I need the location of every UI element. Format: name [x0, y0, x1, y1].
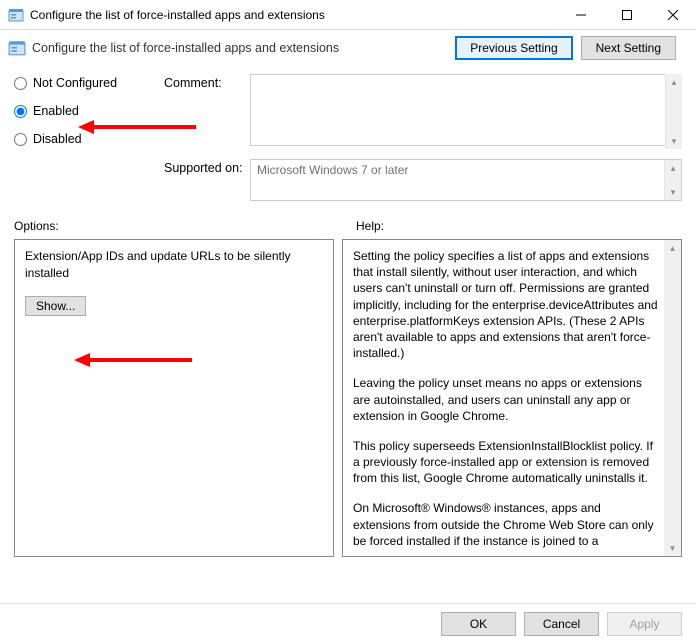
scroll-down-icon[interactable]: ▾ — [665, 184, 681, 200]
comment-input[interactable] — [250, 74, 682, 146]
policy-icon — [8, 7, 24, 23]
header-title: Configure the list of force-installed ap… — [32, 41, 455, 55]
close-button[interactable] — [650, 0, 696, 30]
radio-enabled-label: Enabled — [33, 104, 79, 118]
scrollbar[interactable]: ▴ ▾ — [664, 160, 681, 200]
radio-disabled-input[interactable] — [14, 133, 27, 146]
scrollbar[interactable]: ▴ ▾ — [665, 74, 682, 149]
ok-button[interactable]: OK — [441, 612, 516, 636]
radio-disabled-label: Disabled — [33, 132, 82, 146]
section-labels: Options: Help: — [0, 207, 696, 239]
title-bar: Configure the list of force-installed ap… — [0, 0, 696, 30]
previous-setting-button[interactable]: Previous Setting — [455, 36, 572, 60]
comment-label: Comment: — [164, 74, 250, 90]
radio-not-configured[interactable]: Not Configured — [14, 76, 164, 90]
help-paragraph: Leaving the policy unset means no apps o… — [353, 375, 659, 424]
radio-enabled-input[interactable] — [14, 105, 27, 118]
header: Configure the list of force-installed ap… — [0, 30, 696, 70]
supported-on-label: Supported on: — [164, 159, 250, 175]
scroll-up-icon[interactable]: ▴ — [664, 240, 681, 256]
scrollbar[interactable]: ▴ ▾ — [664, 240, 681, 556]
window-title: Configure the list of force-installed ap… — [30, 8, 558, 22]
options-description: Extension/App IDs and update URLs to be … — [25, 248, 323, 282]
options-label: Options: — [14, 219, 348, 233]
supported-on-value-box: Microsoft Windows 7 or later ▴ ▾ — [250, 159, 682, 201]
state-radio-group: Not Configured Enabled Disabled — [14, 74, 164, 146]
next-setting-button[interactable]: Next Setting — [581, 36, 676, 60]
scroll-down-icon[interactable]: ▾ — [664, 540, 681, 556]
minimize-button[interactable] — [558, 0, 604, 30]
radio-not-configured-label: Not Configured — [33, 76, 117, 90]
options-panel: Extension/App IDs and update URLs to be … — [14, 239, 334, 557]
apply-button[interactable]: Apply — [607, 612, 682, 636]
cancel-button[interactable]: Cancel — [524, 612, 599, 636]
config-area: Not Configured Enabled Disabled Comment:… — [0, 70, 696, 207]
help-panel: Setting the policy specifies a list of a… — [342, 239, 682, 557]
maximize-button[interactable] — [604, 0, 650, 30]
help-paragraph: Setting the policy specifies a list of a… — [353, 248, 659, 361]
radio-not-configured-input[interactable] — [14, 77, 27, 90]
panels: Extension/App IDs and update URLs to be … — [0, 239, 696, 557]
show-button[interactable]: Show... — [25, 296, 86, 316]
scroll-down-icon[interactable]: ▾ — [666, 133, 682, 149]
help-paragraph: This policy superseeds ExtensionInstallB… — [353, 438, 659, 487]
help-paragraph: On Microsoft® Windows® instances, apps a… — [353, 500, 659, 548]
supported-on-value: Microsoft Windows 7 or later — [257, 163, 408, 177]
radio-enabled[interactable]: Enabled — [14, 104, 164, 118]
scroll-up-icon[interactable]: ▴ — [665, 160, 681, 176]
dialog-footer: OK Cancel Apply — [0, 603, 696, 644]
policy-icon — [8, 39, 26, 57]
radio-disabled[interactable]: Disabled — [14, 132, 164, 146]
help-label: Help: — [348, 219, 682, 233]
scroll-up-icon[interactable]: ▴ — [666, 74, 682, 90]
help-text: Setting the policy specifies a list of a… — [353, 248, 659, 548]
